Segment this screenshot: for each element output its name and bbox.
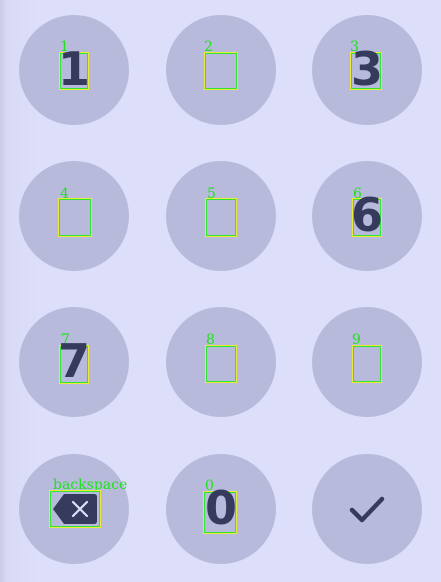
key-digit: 1 — [57, 42, 90, 97]
key-9[interactable]: 9 — [312, 307, 422, 417]
confirm-button[interactable] — [312, 454, 422, 564]
keypad: 1 1 2 3 3 4 5 6 6 7 7 8 9 backspace 0 0 — [0, 0, 441, 582]
bbox-outline — [204, 52, 238, 90]
check-icon — [349, 496, 385, 523]
key-4[interactable]: 4 — [19, 161, 129, 271]
key-3[interactable]: 3 3 — [312, 15, 422, 125]
bbox-outline — [352, 345, 382, 383]
key-8[interactable]: 8 — [166, 307, 276, 417]
backspace-button[interactable]: backspace — [19, 454, 129, 564]
key-5[interactable]: 5 — [166, 161, 276, 271]
bbox-outline — [205, 198, 237, 237]
key-digit: 7 — [57, 334, 90, 389]
key-0[interactable]: 0 0 — [166, 454, 276, 564]
key-digit: 0 — [204, 481, 237, 536]
key-2[interactable]: 2 — [166, 15, 276, 125]
backspace-icon — [53, 494, 97, 524]
key-digit: 6 — [350, 188, 383, 243]
key-6[interactable]: 6 6 — [312, 161, 422, 271]
bbox-outline — [58, 198, 92, 237]
bbox-outline — [205, 345, 237, 383]
key-1[interactable]: 1 1 — [19, 15, 129, 125]
key-7[interactable]: 7 7 — [19, 307, 129, 417]
key-digit: 3 — [350, 42, 383, 97]
